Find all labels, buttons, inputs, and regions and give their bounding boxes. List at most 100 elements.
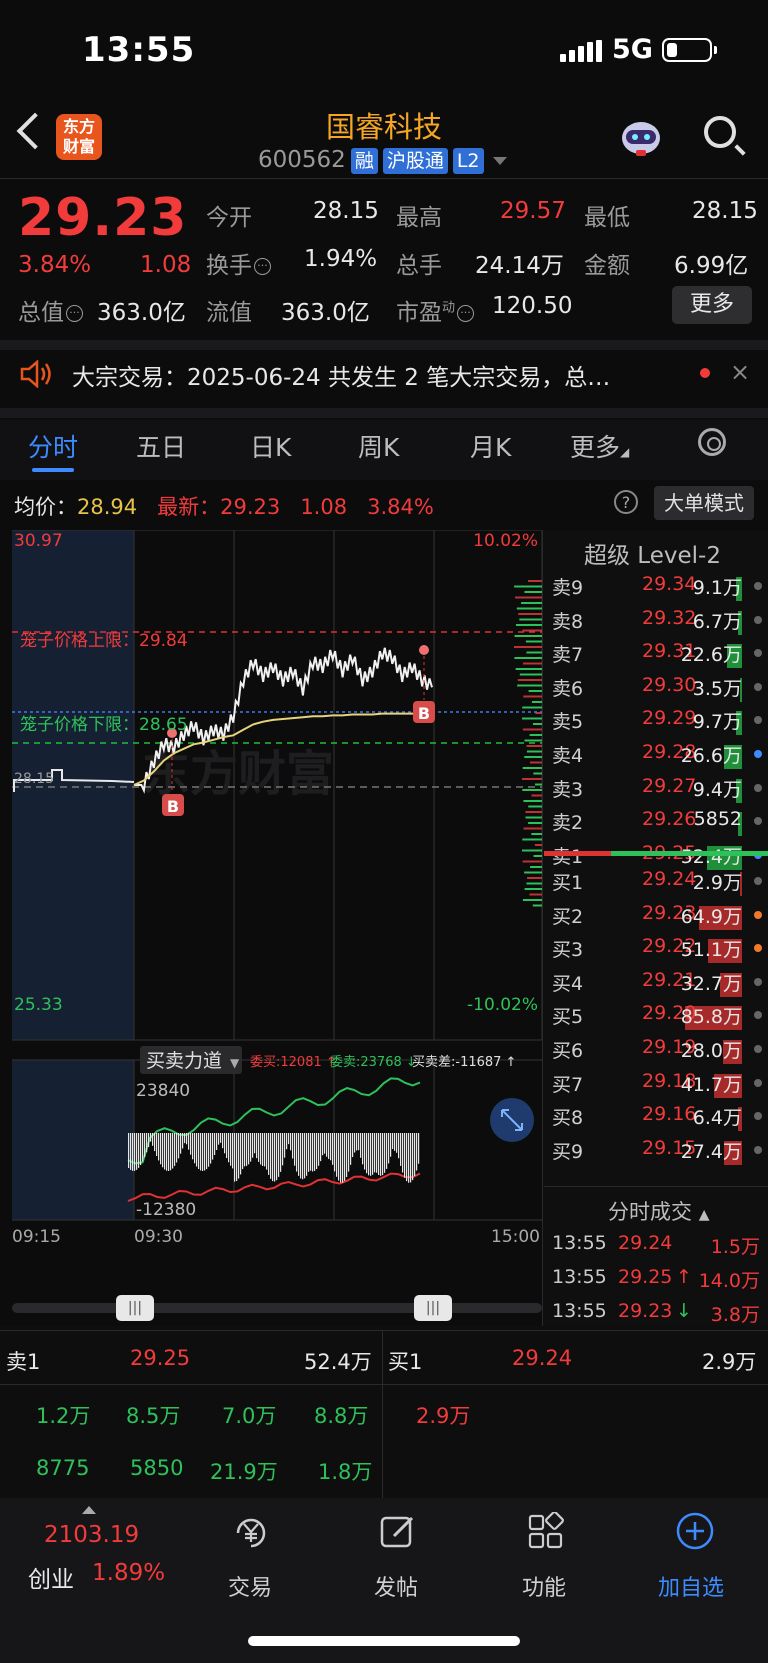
robot-assistant-icon[interactable] [618, 116, 664, 160]
sell-level-row[interactable]: 卖5 29.29 9.7万 [552, 707, 766, 740]
level-name: 卖6 [552, 677, 584, 700]
news-ticker[interactable]: 大宗交易：2025-06-24 共发生 2 笔大宗交易，总… [72, 358, 610, 392]
buy-level-row[interactable]: 买5 29.20 85.8万 [552, 1002, 766, 1035]
buy-level-row[interactable]: 买3 29.22 51.1万 [552, 935, 766, 968]
diff-bar [240, 1133, 242, 1175]
nav-function[interactable]: 功能 [522, 1570, 566, 1602]
buy-level-row[interactable]: 买9 29.15 27.4万 [552, 1137, 766, 1170]
help-icon[interactable]: ? [614, 490, 638, 514]
tab-daily-k[interactable]: 日K [250, 428, 291, 464]
diff-bar [352, 1133, 354, 1158]
diff-bar [262, 1133, 264, 1166]
level-dot [754, 716, 762, 725]
sell-level-row[interactable]: 卖7 29.31 22.6万 [552, 640, 766, 673]
function-grid-icon[interactable] [526, 1512, 566, 1552]
range-handle-right[interactable]: ||| [414, 1295, 452, 1321]
index-value[interactable]: 2103.19 [44, 1522, 139, 1548]
diff-bar [170, 1133, 172, 1171]
nav-post[interactable]: 发帖 [374, 1570, 418, 1602]
buy-level-row[interactable]: 买2 29.23 64.9万 [552, 902, 766, 935]
tab-five-day[interactable]: 五日 [136, 428, 186, 464]
sell-order: 1.8万 [318, 1460, 373, 1484]
buy-level-row[interactable]: 买6 29.19 28.0万 [552, 1036, 766, 1069]
level-volume: 28.0万 [680, 1040, 742, 1062]
range-handle-left[interactable]: ||| [116, 1295, 154, 1321]
tab-more[interactable]: 更多◢ [570, 428, 629, 464]
buy-level-row[interactable]: 买8 29.16 6.4万 [552, 1103, 766, 1136]
prev-close-label: 28.15 [14, 771, 54, 787]
level-name: 买8 [552, 1107, 584, 1130]
diff-bar [158, 1133, 160, 1161]
chevron-up-icon[interactable] [82, 1506, 96, 1514]
sell-level-row[interactable]: 卖4 29.28 26.6万 [552, 741, 766, 774]
sub-sell: 委卖:23768 ↓ [330, 1055, 417, 1070]
diff-bar [312, 1133, 314, 1172]
level-volume: 6.7万 [692, 610, 742, 633]
diff-bar [212, 1133, 214, 1160]
depth-bar [522, 717, 542, 720]
lower-limit-label: 笼子价格下限：28.65 [20, 715, 188, 735]
axis-bottom-left: 25.33 [14, 995, 63, 1015]
diff-bar [270, 1133, 272, 1179]
level-price: 29.29 [642, 707, 697, 730]
diff-bar [254, 1133, 256, 1154]
add-watchlist-icon[interactable] [674, 1510, 716, 1552]
bid-ask-ratio-bar [544, 851, 768, 856]
diff-bar [152, 1133, 154, 1146]
sell-level-row[interactable]: 卖8 29.32 6.7万 [552, 607, 766, 640]
index-name[interactable]: 创业 [28, 1560, 74, 1594]
info-icon[interactable]: ··· [457, 305, 475, 322]
sell-level-row[interactable]: 卖6 29.30 3.5万 [552, 674, 766, 707]
diff-bar [188, 1133, 190, 1150]
tab-intraday[interactable]: 分时 [28, 428, 78, 464]
edit-post-icon[interactable] [378, 1512, 418, 1552]
depth-bar [528, 580, 542, 582]
sell-level-row[interactable]: 卖3 29.27 9.4万 [552, 775, 766, 808]
level-dot [754, 944, 762, 953]
level-name: 买9 [552, 1140, 584, 1163]
nav-trade[interactable]: 交易 [228, 1570, 272, 1602]
diff-bar [316, 1133, 318, 1170]
buy-marker-label: B [167, 797, 179, 816]
search-icon[interactable] [704, 116, 736, 148]
info-icon[interactable]: ··· [254, 258, 271, 275]
info-icon[interactable]: ··· [66, 305, 83, 322]
diff-bar [144, 1133, 146, 1158]
buy-level-row[interactable]: 买4 29.21 32.7万 [552, 969, 766, 1002]
sell-level-row[interactable]: 卖9 29.34 9.1万 [552, 573, 766, 606]
depth-bar [517, 679, 542, 681]
intraday-chart[interactable]: 东方财富 B B 30.97 10.02% 25.33 -10.02% 笼子价格… [12, 530, 542, 1250]
close-icon[interactable]: × [730, 358, 750, 386]
buy-level-row[interactable]: 买1 29.24 2.9万 [552, 868, 766, 901]
level-volume: 27.4万 [680, 1140, 742, 1163]
level-price: 29.30 [642, 673, 697, 696]
ticks-title[interactable]: 分时成交 ▲ [608, 1196, 709, 1226]
nav-add-watchlist[interactable]: 加自选 [658, 1570, 724, 1602]
gear-icon[interactable] [698, 428, 726, 456]
level-name: 买7 [552, 1073, 584, 1096]
diff-bar [198, 1133, 200, 1169]
depth-bar [532, 904, 542, 907]
mktcap-value: 363.0亿 [97, 300, 186, 326]
diff-bar [248, 1133, 250, 1165]
more-button[interactable]: 更多 [672, 286, 752, 324]
low-value: 28.15 [692, 198, 758, 224]
range-slider-track[interactable] [12, 1303, 542, 1313]
tab-monthly-k[interactable]: 月K [470, 428, 511, 464]
diff-bar [348, 1133, 350, 1172]
chevron-down-icon[interactable] [493, 157, 507, 165]
buy-level-row[interactable]: 买7 29.18 41.7万 [552, 1070, 766, 1103]
diff-bar [238, 1133, 240, 1179]
latest-price: 29.23 [220, 495, 281, 519]
tab-weekly-k[interactable]: 周K [358, 428, 399, 464]
sub-top-value: 23840 [136, 1081, 190, 1101]
index-change[interactable]: 1.89% [92, 1560, 165, 1586]
depth-bar [514, 646, 542, 648]
sell-level-row[interactable]: 卖2 29.26 5852 [552, 808, 766, 841]
high-value: 29.57 [500, 198, 566, 224]
yen-trade-icon[interactable] [230, 1512, 272, 1554]
depth-bar [531, 833, 542, 835]
depth-bar [529, 761, 542, 764]
diff-bar [246, 1133, 248, 1166]
big-order-mode-button[interactable]: 大单模式 [654, 486, 754, 520]
